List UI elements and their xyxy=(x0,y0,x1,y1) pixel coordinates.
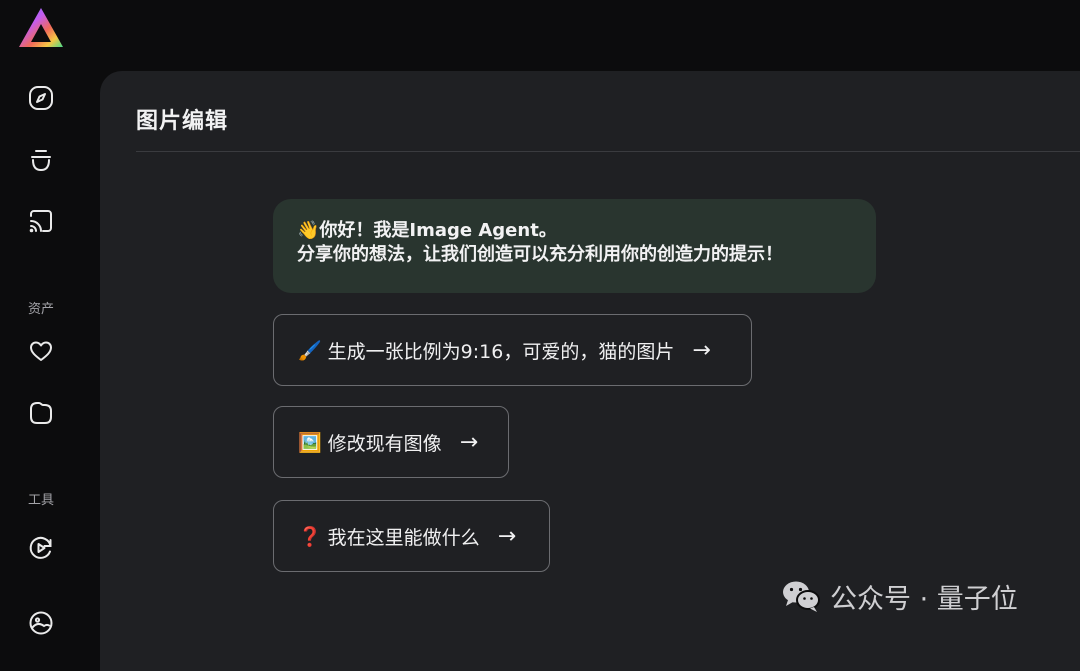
watermark-text: 公众号 · 量子位 xyxy=(830,583,1018,615)
arrow-right-icon: → xyxy=(459,429,479,455)
sidebar-item-folder[interactable] xyxy=(22,396,60,434)
section-label-assets: 资产 xyxy=(27,302,54,317)
prompt-what-can-i-do-button[interactable]: ❓ 我在这里能做什么 → xyxy=(273,500,550,572)
sidebar-item-favorites[interactable] xyxy=(22,334,60,372)
greeting-line-1: 👋你好！我是Image Agent。 xyxy=(297,220,557,241)
image-tool-icon xyxy=(27,609,55,641)
prompt-label: 修改现有图像 xyxy=(327,432,442,455)
sidebar: 资产 工具 xyxy=(0,0,82,638)
sidebar-item-cast[interactable] xyxy=(22,204,60,242)
cast-icon xyxy=(27,207,55,239)
picture-icon: 🖼️ xyxy=(298,431,322,454)
paintbrush-icon: 🖌️ xyxy=(298,339,322,362)
prompt-generate-cat-image-button[interactable]: 🖌️ 生成一张比例为9:16，可爱的，猫的图片 → xyxy=(273,314,752,386)
heart-icon xyxy=(27,337,55,369)
title-divider xyxy=(136,151,1080,152)
agent-greeting-bubble: 👋你好！我是Image Agent。 分享你的想法，让我们创造可以充分利用你的创… xyxy=(273,199,876,293)
wechat-icon xyxy=(780,578,822,614)
app-logo-icon[interactable] xyxy=(17,6,65,50)
section-label-tools: 工具 xyxy=(27,493,54,508)
sidebar-item-image-tool[interactable] xyxy=(22,606,60,644)
compass-icon xyxy=(27,84,55,116)
arrow-right-icon: → xyxy=(692,337,711,363)
watermark: 公众号 · 量子位 xyxy=(780,576,1018,616)
folder-icon xyxy=(27,399,55,431)
play-refresh-icon xyxy=(27,534,55,566)
sidebar-item-video-tool[interactable] xyxy=(22,531,60,569)
prompt-label: 我在这里能做什么 xyxy=(327,526,480,549)
page-title: 图片编辑 xyxy=(136,109,229,134)
greeting-line-2: 分享你的想法，让我们创造可以充分利用你的创造力的提示！ xyxy=(297,244,783,265)
prompt-edit-image-button[interactable]: 🖼️ 修改现有图像 → xyxy=(273,406,509,478)
prompt-label: 生成一张比例为9:16，可爱的，猫的图片 xyxy=(327,340,675,363)
sidebar-item-cup[interactable] xyxy=(22,143,60,181)
arrow-right-icon: → xyxy=(497,523,517,549)
cup-icon xyxy=(27,146,55,178)
sidebar-item-explore[interactable] xyxy=(22,81,60,119)
question-mark-icon: ❓ xyxy=(298,525,322,548)
